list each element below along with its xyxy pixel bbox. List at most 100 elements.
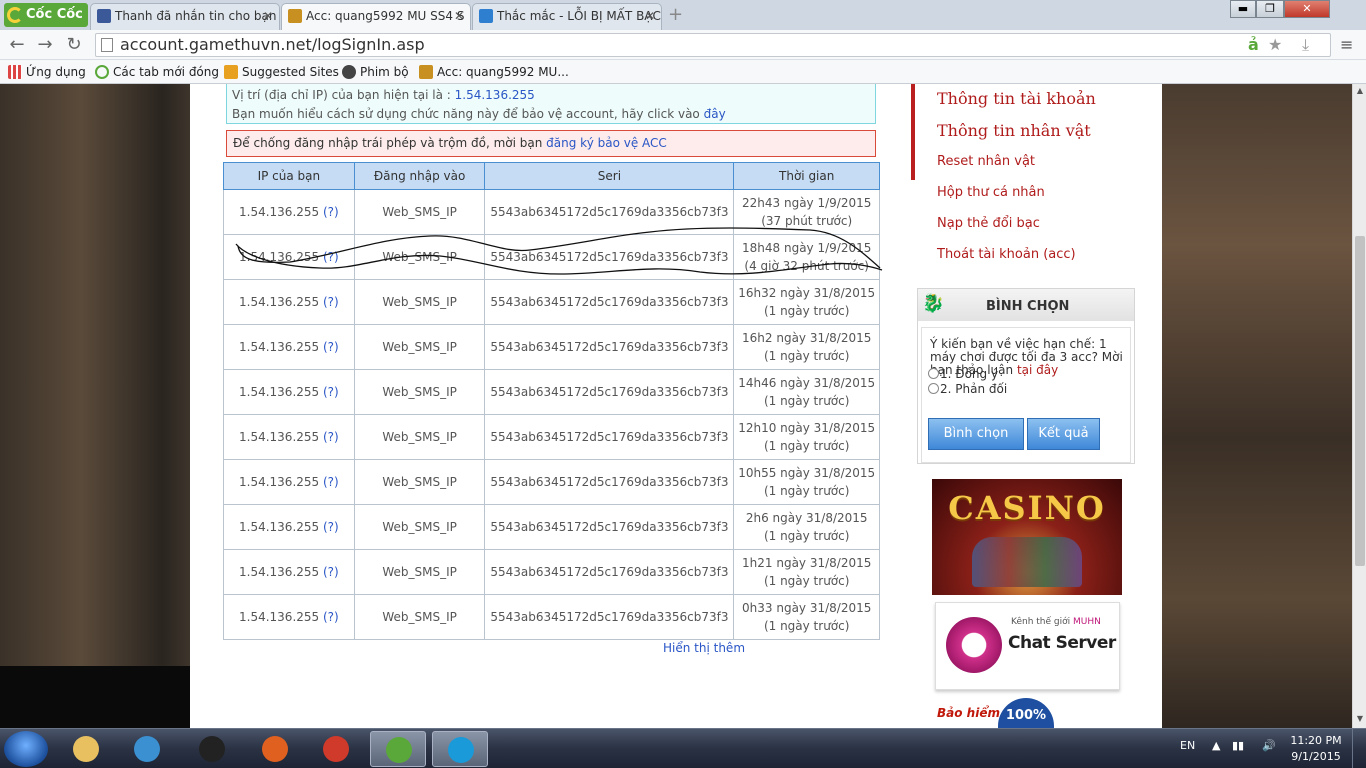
cell-target: Web_SMS_IP	[353, 504, 486, 550]
ip-help-link[interactable]: (?)	[323, 475, 339, 489]
new-tab-button[interactable]: +	[668, 6, 686, 24]
firefox-icon	[262, 736, 288, 762]
help-link[interactable]: đây	[704, 107, 726, 121]
ip-help-link[interactable]: (?)	[323, 520, 339, 534]
vote-button[interactable]: Bình chọn	[928, 418, 1024, 450]
history-icon	[95, 65, 109, 79]
ip-value[interactable]: 1.54.136.255	[455, 88, 535, 102]
network-icon[interactable]: ▮▮	[1232, 739, 1244, 752]
tab-facebook[interactable]: Thanh đã nhắn tin cho bạn ✕	[90, 3, 280, 30]
radio-icon[interactable]	[928, 383, 939, 394]
sidebar-item-reset-character[interactable]: Reset nhân vật	[937, 154, 1035, 169]
ago-text: (1 ngày trước)	[763, 394, 850, 408]
system-clock[interactable]: 11:20 PM 9/1/2015	[1284, 733, 1348, 765]
tray-expand-icon[interactable]: ▲	[1212, 739, 1220, 752]
taskbar-app-explorer[interactable]	[58, 731, 114, 767]
bookmark-star-icon[interactable]: ★	[1268, 34, 1282, 56]
volume-icon[interactable]: 🔊	[1262, 739, 1276, 752]
cell-time: 10h55 ngày 31/8/2015 (1 ngày trước)	[733, 459, 880, 505]
cell-ip: 1.54.136.255 (?)	[223, 549, 355, 595]
sidebar-item-inbox[interactable]: Hộp thư cá nhân	[937, 185, 1045, 200]
bookmark-recent-tabs[interactable]: Các tab mới đóng	[95, 64, 219, 80]
mu-favicon-icon	[288, 9, 302, 23]
header-ip: IP của bạn	[223, 162, 355, 190]
window-close-button[interactable]: ✕	[1284, 0, 1330, 18]
cell-target: Web_SMS_IP	[353, 549, 486, 595]
taskbar-app-firefox[interactable]	[247, 731, 303, 767]
ip-help-link[interactable]: (?)	[323, 565, 339, 579]
spellcheck-icon[interactable]: ả	[1248, 34, 1259, 56]
bookmark-apps[interactable]: Ứng dụng	[8, 64, 86, 80]
cell-target: Web_SMS_IP	[353, 459, 486, 505]
taskbar-app-coccoc[interactable]	[370, 731, 426, 767]
tab-close-icon[interactable]: ✕	[645, 4, 655, 28]
ip-help-link[interactable]: (?)	[323, 340, 339, 354]
bookmark-phim-bo[interactable]: Phim bộ	[342, 64, 409, 80]
minimize-button[interactable]: ▬	[1230, 0, 1256, 18]
ip-help-link[interactable]: (?)	[323, 295, 339, 309]
cell-ip: 1.54.136.255 (?)	[223, 324, 355, 370]
result-button[interactable]: Kết quả	[1027, 418, 1100, 450]
bookmark-suggested-sites[interactable]: Suggested Sites	[224, 64, 339, 80]
back-button[interactable]: ←	[6, 34, 28, 56]
mu-favicon-icon	[419, 65, 433, 79]
menu-icon[interactable]: ≡	[1340, 34, 1353, 56]
dragon-icon: 🐉	[922, 293, 945, 314]
reload-button[interactable]: ↻	[63, 34, 85, 56]
time-text: 1h21 ngày 31/8/2015	[742, 556, 872, 570]
show-desktop-button[interactable]	[1352, 729, 1366, 768]
taskbar-app-mu[interactable]	[184, 731, 240, 767]
radio-icon[interactable]	[928, 368, 939, 379]
cell-ip: 1.54.136.255 (?)	[223, 369, 355, 415]
start-button[interactable]	[4, 731, 48, 767]
page-scrollbar[interactable]: ▲ ▼	[1352, 84, 1366, 728]
bookmark-label: Suggested Sites	[242, 65, 339, 79]
cell-seri: 5543ab6345172d5c1769da3356cb73f3	[484, 369, 735, 415]
bookmark-label: Acc: quang5992 MU...	[437, 65, 569, 79]
sidebar-item-topup[interactable]: Nạp thẻ đổi bạc	[937, 216, 1040, 231]
taskbar-app-chrome[interactable]	[308, 731, 364, 767]
sidebar-item-character-info[interactable]: Thông tin nhân vật	[937, 121, 1091, 140]
register-protection-link[interactable]: đăng ký bảo vệ ACC	[546, 136, 667, 150]
restore-button[interactable]: ❐	[1256, 0, 1284, 18]
ip-help-link[interactable]: (?)	[323, 610, 339, 624]
poll-option-disagree[interactable]: 2. Phản đối	[928, 382, 1007, 396]
taskbar-app-media[interactable]	[119, 731, 175, 767]
taskbar-app-skype[interactable]	[432, 731, 488, 767]
clock-time: 11:20 PM	[1290, 734, 1342, 747]
scroll-down-arrow-icon[interactable]: ▼	[1354, 712, 1366, 726]
ip-info-box: Vị trí (địa chỉ IP) của bạn hiện tại là …	[226, 84, 876, 124]
coccoc-menu-button[interactable]: Cốc Cốc	[4, 3, 88, 27]
ip-help-link[interactable]: (?)	[323, 430, 339, 444]
poll-discuss-link[interactable]: tại đây	[1017, 363, 1058, 377]
ip-help-link[interactable]: (?)	[323, 205, 339, 219]
tab-close-icon[interactable]: ✕	[454, 4, 464, 28]
tab-title: Thanh đã nhắn tin cho bạn	[115, 9, 277, 23]
ip-help-link[interactable]: (?)	[323, 385, 339, 399]
scroll-up-arrow-icon[interactable]: ▲	[1354, 84, 1366, 98]
tab-close-icon[interactable]: ✕	[263, 4, 273, 28]
bookmark-label: Các tab mới đóng	[113, 65, 219, 79]
forward-button[interactable]: →	[34, 34, 56, 56]
sidebar-item-account-info[interactable]: Thông tin tài khoản	[937, 89, 1096, 108]
header-seri: Seri	[484, 162, 735, 190]
tab-account[interactable]: Acc: quang5992 MU SS4 S ✕	[281, 3, 471, 31]
ip-label: Vị trí (địa chỉ IP) của bạn hiện tại là …	[232, 88, 455, 102]
chat-server-banner[interactable]: Kênh thế giới MUHN Chat Server	[935, 602, 1120, 690]
poll-option-agree[interactable]: 1. Đồng ý	[928, 367, 998, 381]
tab-forum[interactable]: Thắc mắc - LỖI BỊ MẤT BẠC ✕	[472, 3, 662, 30]
table-header: IP của bạn Đăng nhập vào Seri Thời gian	[223, 162, 880, 190]
language-indicator[interactable]: EN	[1180, 739, 1195, 752]
time-text: 0h33 ngày 31/8/2015	[742, 601, 872, 615]
cell-time: 0h33 ngày 31/8/2015 (1 ngày trước)	[733, 594, 880, 640]
table-row: 1.54.136.255 (?) Web_SMS_IP 5543ab6345172d…	[223, 414, 880, 460]
address-bar[interactable]: account.gamethuvn.net/logSignIn.asp	[95, 33, 1331, 57]
show-more-link[interactable]: Hiển thị thêm	[663, 641, 745, 655]
option-label: 1. Đồng ý	[940, 367, 999, 381]
scroll-thumb[interactable]	[1355, 236, 1365, 566]
cell-time: 14h46 ngày 31/8/2015 (1 ngày trước)	[733, 369, 880, 415]
download-icon[interactable]: ⤓	[1302, 34, 1309, 56]
casino-banner[interactable]: CASINO	[932, 479, 1122, 595]
bookmark-account[interactable]: Acc: quang5992 MU...	[419, 64, 569, 80]
sidebar-item-logout[interactable]: Thoát tài khoản (acc)	[937, 247, 1076, 262]
